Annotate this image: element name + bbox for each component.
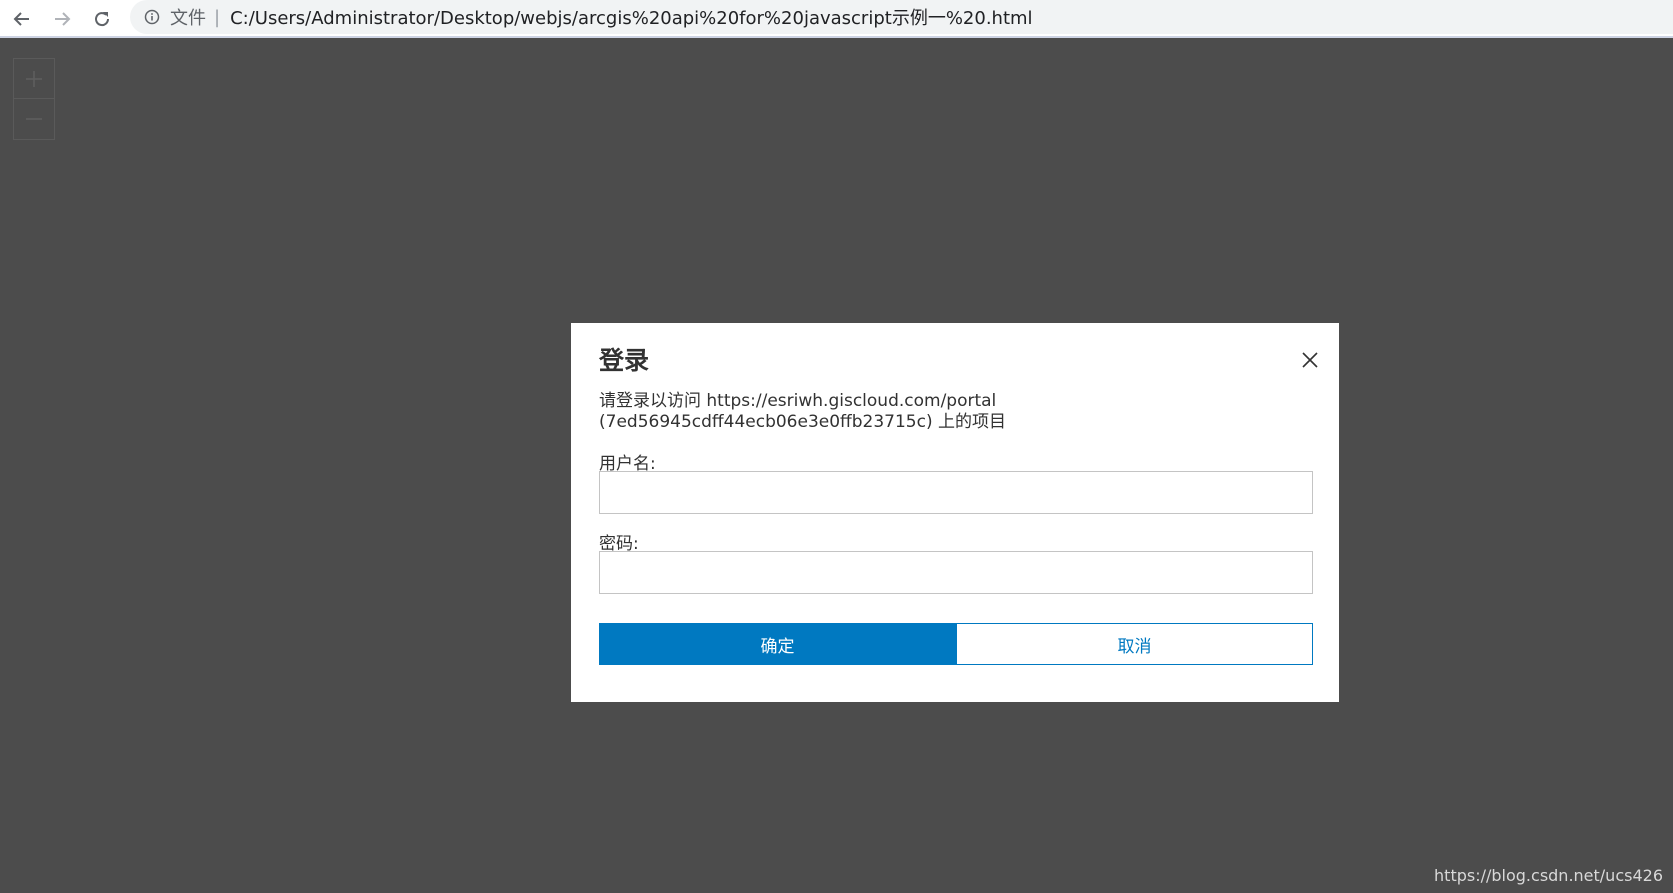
ok-button[interactable]: 确定 [599,623,956,665]
url-text: C:/Users/Administrator/Desktop/webjs/arc… [230,8,1033,29]
password-input[interactable] [599,551,1313,594]
file-scheme-label: 文件 [170,8,206,29]
forward-button[interactable] [46,3,78,35]
login-dialog: 登录 请登录以访问 https://esriwh.giscloud.com/po… [571,323,1339,702]
reload-icon [95,12,110,27]
minus-icon [26,118,42,120]
back-button[interactable] [6,3,38,35]
close-icon [1302,352,1318,368]
browser-toolbar: 文件 | C:/Users/Administrator/Desktop/webj… [0,0,1673,38]
dialog-buttons: 确定 取消 [599,623,1313,665]
reload-button[interactable] [86,3,118,35]
username-input[interactable] [599,471,1313,514]
address-bar[interactable]: 文件 | C:/Users/Administrator/Desktop/webj… [130,0,1673,34]
dialog-title: 登录 [599,346,650,375]
zoom-control [13,58,55,140]
arrow-right-icon [55,12,71,26]
zoom-in-button[interactable] [14,59,54,99]
address-separator: | [214,6,221,28]
close-button[interactable] [1299,349,1321,371]
cancel-button[interactable]: 取消 [956,623,1313,665]
info-icon[interactable] [144,9,160,25]
zoom-out-button[interactable] [14,99,54,139]
watermark-text: https://blog.csdn.net/ucs426 [1434,866,1663,885]
arrow-left-icon [13,12,29,26]
plus-icon [26,70,42,87]
dialog-message: 请登录以访问 https://esriwh.giscloud.com/porta… [599,391,1007,432]
